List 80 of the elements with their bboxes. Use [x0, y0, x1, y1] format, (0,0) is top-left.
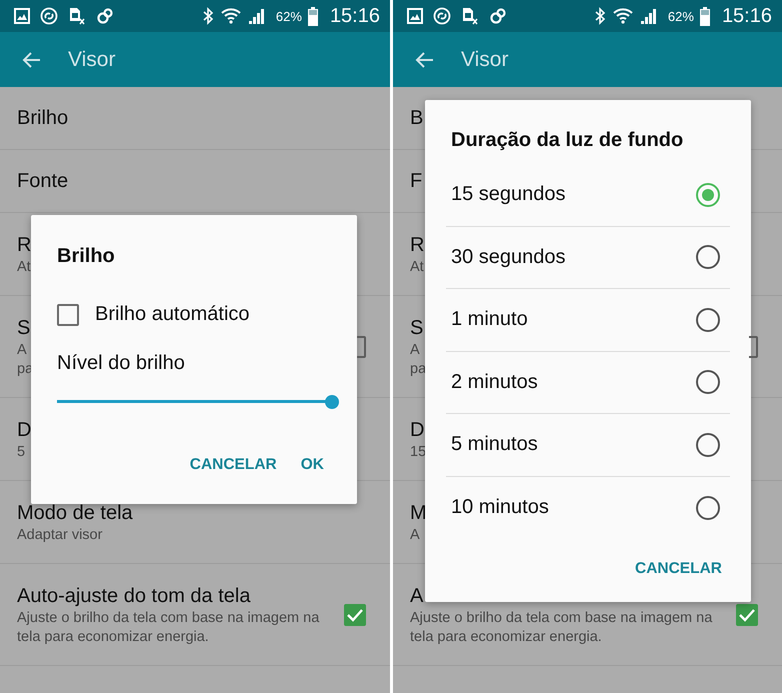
- slider-label: Nível do brilho: [57, 352, 186, 375]
- setting-description: Ajuste o brilho da tela com base na imagem na: [17, 608, 320, 628]
- wifi-icon: [220, 6, 242, 26]
- option-item[interactable]: 30 segundos: [446, 226, 730, 289]
- option-item[interactable]: 5 minutos: [446, 414, 730, 476]
- battery-icon: [308, 6, 318, 26]
- option-item[interactable]: 2 minutos: [446, 352, 730, 414]
- bluetooth-icon: [594, 7, 606, 25]
- option-item[interactable]: 1 minuto: [446, 289, 730, 352]
- signal-icon: [248, 7, 266, 25]
- setting-title: D: [410, 418, 426, 442]
- setting-title: Fonte: [17, 169, 68, 194]
- option-label: 10 minutos: [451, 496, 549, 520]
- setting-title: F: [410, 169, 422, 194]
- sim-card-icon: [68, 7, 86, 25]
- rings-icon: [489, 7, 507, 25]
- setting-title: R: [410, 232, 424, 258]
- settings-item[interactable]: Auto-ajuste do tom da tela Ajuste o brilho da tela com base na imagem na tela para economizar energia.: [0, 564, 390, 666]
- dialog-button[interactable]: OK: [292, 452, 332, 478]
- screen-title: Visor: [461, 48, 508, 72]
- slider-thumb[interactable]: [325, 395, 339, 409]
- radio-button[interactable]: [696, 308, 720, 332]
- rings-icon: [96, 7, 114, 25]
- dialog-title: Duração da luz de fundo: [450, 129, 684, 152]
- setting-description: A: [410, 340, 421, 360]
- radio-button[interactable]: [696, 432, 720, 457]
- setting-description: 5: [17, 442, 26, 462]
- setting-title: D: [17, 418, 32, 442]
- radio-button[interactable]: [696, 182, 720, 207]
- sim-card-icon: [461, 7, 479, 25]
- checkbox[interactable]: [57, 304, 79, 326]
- status-time: 15:16: [722, 4, 772, 28]
- battery-percent: 62%: [668, 8, 694, 24]
- checkbox[interactable]: [344, 604, 366, 626]
- setting-title: S: [410, 316, 424, 340]
- battery-percent: 62%: [276, 8, 302, 24]
- wifi-icon: [612, 6, 634, 26]
- option-label: 5 minutos: [451, 433, 538, 456]
- dialog-title: Brilho: [57, 245, 116, 268]
- setting-description: tela para economizar energia.: [410, 628, 603, 646]
- option-label: 1 minuto: [451, 308, 528, 332]
- option-label: 2 minutos: [451, 370, 538, 394]
- setting-description: pa: [410, 360, 426, 378]
- setting-description: At: [410, 258, 424, 276]
- radio-button[interactable]: [696, 496, 720, 520]
- setting-title: R: [17, 232, 32, 258]
- setting-title: S: [17, 316, 32, 340]
- setting-description: 15: [410, 442, 426, 462]
- setting-description: Ajuste o brilho da tela com base na imagem na: [410, 608, 712, 628]
- setting-description: A: [410, 526, 421, 544]
- option-label: 15 segundos: [451, 183, 566, 206]
- swirl-icon: [433, 7, 451, 25]
- battery-icon: [700, 6, 710, 26]
- setting-description: tela para economizar energia.: [17, 628, 210, 646]
- signal-icon: [640, 7, 658, 25]
- setting-title: Modo de tela: [17, 500, 133, 526]
- option-label: 30 segundos: [451, 246, 566, 269]
- radio-button[interactable]: [696, 370, 720, 394]
- dialog-button[interactable]: CANCELAR: [182, 452, 285, 478]
- settings-item[interactable]: Fonte: [0, 150, 390, 213]
- setting-description: Adaptar visor: [17, 526, 104, 544]
- settings-item[interactable]: Brilho: [0, 87, 390, 150]
- option-item[interactable]: 10 minutos: [446, 476, 730, 539]
- radio-button[interactable]: [696, 245, 720, 270]
- swirl-icon: [40, 7, 58, 25]
- setting-description: At: [17, 258, 32, 276]
- setting-title: Brilho: [17, 106, 68, 131]
- picture-icon: [407, 8, 423, 24]
- setting-title: A: [410, 584, 424, 608]
- bluetooth-icon: [202, 7, 214, 25]
- option-item[interactable]: 15 segundos: [446, 164, 730, 226]
- picture-icon: [14, 8, 30, 24]
- screen-title: Visor: [68, 48, 116, 72]
- checkbox[interactable]: [736, 604, 758, 626]
- status-time: 15:16: [330, 4, 380, 28]
- setting-title: M: [410, 500, 427, 526]
- setting-title: Auto-ajuste do tom da tela: [17, 584, 252, 608]
- setting-description: A: [17, 340, 28, 360]
- setting-title: B: [410, 106, 424, 131]
- checkbox-label: Brilho automático: [95, 303, 250, 326]
